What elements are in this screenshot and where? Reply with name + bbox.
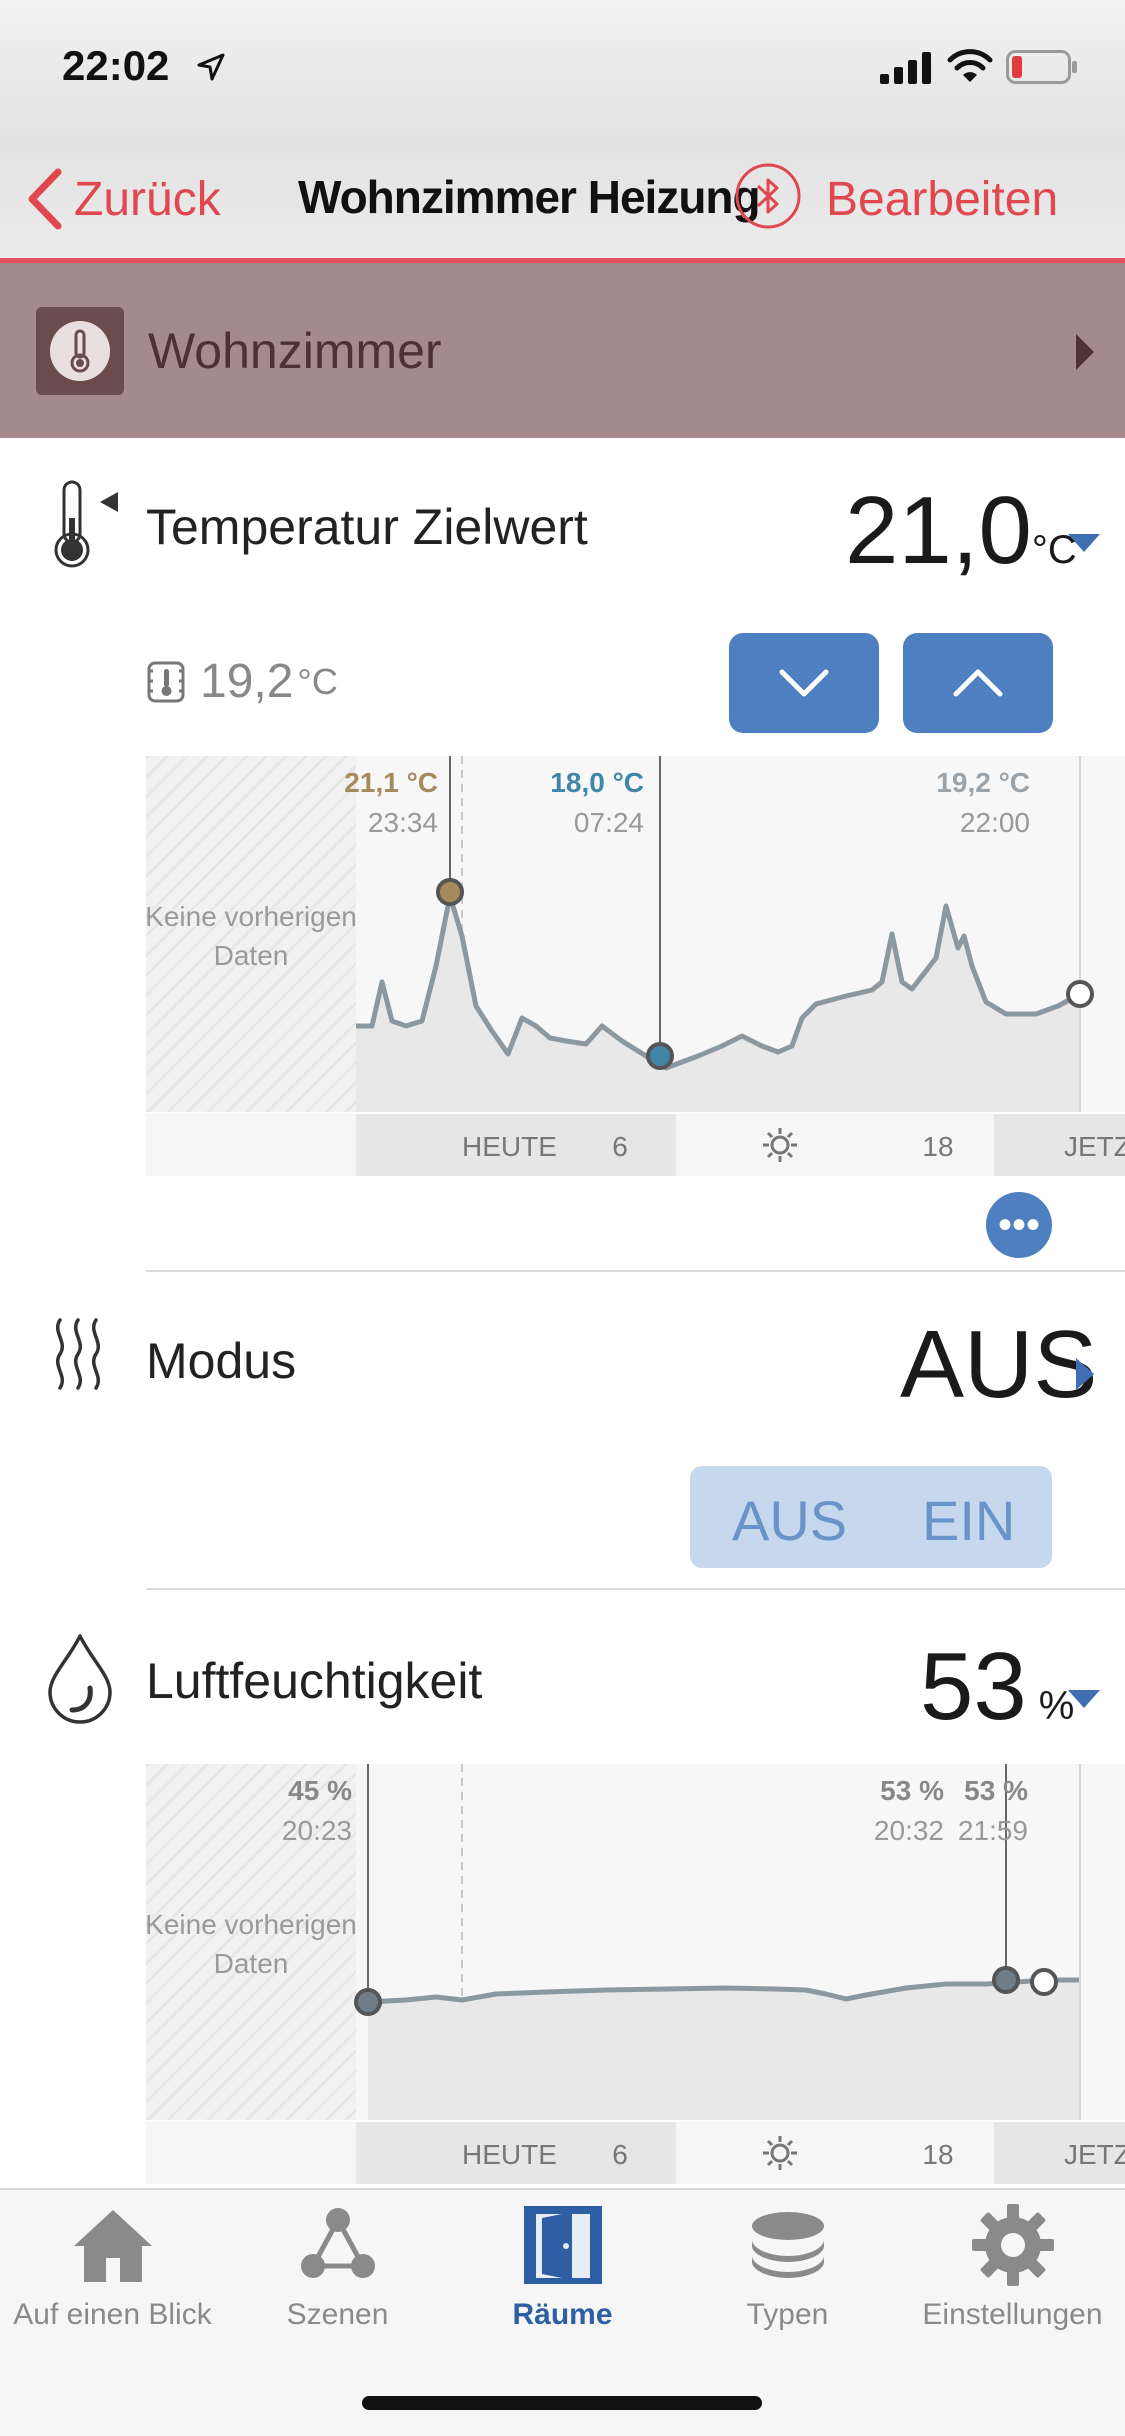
tab-label: Einstellungen [922,2298,1103,2331]
layers-icon [751,2212,824,2278]
location-arrow-icon [197,53,225,81]
current-temperature: 19,2 °C [146,654,338,709]
page-title: Wohnzimmer Heizung [298,171,761,223]
humidity-expand-icon[interactable] [1068,1690,1100,1708]
humidity-history-chart[interactable]: Keine vorherigen Daten 45 % 20:23 53 % 2… [146,1764,1125,2184]
marker-max-value: 21,1 °C [344,767,438,798]
target-temperature-number: 21,0 [845,477,1032,584]
temperature-history-chart[interactable]: Keine vorherigen Daten 21,1 °C 23:34 18,… [146,756,1125,1176]
humidity-marker-1-value: 45 % [288,1775,352,1806]
no-data-text-2: Daten [214,940,289,971]
humidity-marker-2-value: 53 % [880,1775,944,1806]
chevron-left-icon [28,168,62,230]
temperature-up-button[interactable] [903,633,1053,733]
tab-label: Typen [746,2298,829,2331]
temperature-expand-icon[interactable] [1068,534,1100,552]
ellipsis-icon: ••• [997,1203,1040,1247]
wifi-icon [947,49,993,82]
temperature-chart-svg: Keine vorherigen Daten 21,1 °C 23:34 18,… [146,756,1125,1176]
humidity-marker-current-point[interactable] [1030,1968,1058,1996]
mode-label: Modus [146,1333,297,1389]
room-name: Wohnzimmer [148,323,442,379]
temperature-label: Temperatur Zielwert [146,499,588,555]
marker-current-value: 19,2 °C [936,767,1030,798]
humidity-label: Luftfeuchtigkeit [146,1653,483,1709]
current-temperature-value: 19,2 [200,655,294,708]
home-indicator [362,2396,762,2410]
humidity-area [368,1980,1080,2120]
chevron-down-icon [779,669,829,697]
back-button[interactable]: Zurück [24,164,221,234]
mode-option-ein[interactable]: EIN [922,1488,1015,1553]
back-label: Zurück [74,172,221,226]
cellular-signal-icon [880,52,931,84]
axis-now-label: JETZT [1064,1131,1125,1162]
current-temperature-unit: °C [297,660,338,702]
tab-raeume[interactable]: Räume [450,2200,675,2332]
room-thermostat-icon [36,307,124,395]
humidity-marker-start-point[interactable] [354,1988,382,2016]
no-data-text-1: Keine vorherigen [146,901,357,932]
edit-button[interactable]: Bearbeiten [826,172,1058,227]
house-icon [73,2210,152,2282]
tab-label: Auf einen Blick [13,2298,212,2331]
humidity-axis-today: HEUTE [462,2139,557,2170]
humidity-axis-tick-18: 18 [922,2139,953,2170]
humidity-number: 53 [920,1633,1027,1740]
scenes-icon [300,2208,375,2278]
marker-current-point[interactable] [1066,980,1094,1008]
water-drop-icon [48,1634,112,1724]
marker-min-time: 07:24 [574,807,644,838]
humidity-marker-3-value: 53 % [964,1775,1028,1806]
battery-icon [1006,50,1077,84]
tab-szenen[interactable]: Szenen [225,2200,450,2332]
axis-tick-18: 18 [922,1131,953,1162]
humidity-marker-mid-point[interactable] [992,1966,1020,1994]
temperature-down-button[interactable] [729,633,879,733]
marker-min-value: 18,0 °C [550,767,644,798]
mode-arrow-icon[interactable] [1076,1358,1094,1390]
section-divider-2 [146,1588,1125,1590]
tab-label: Szenen [286,2298,389,2331]
humidity-axis-tick-6: 6 [612,2139,628,2170]
humidity-no-data-text-2: Daten [214,1948,289,1979]
tab-auf-einen-blick[interactable]: Auf einen Blick [0,2200,225,2332]
room-arrow-icon [1076,334,1094,370]
axis-tick-6: 6 [612,1131,628,1162]
humidity-marker-1-time: 20:23 [282,1815,352,1846]
status-time: 22:02 [62,42,170,89]
mode-toggle[interactable]: AUS EIN [690,1466,1052,1568]
thermometer-icon [54,480,118,568]
mode-value[interactable]: AUS [900,1310,1097,1420]
marker-current-time: 22:00 [960,807,1030,838]
target-temperature-value[interactable]: 21,0°C [845,476,1077,586]
more-options-button[interactable]: ••• [986,1192,1052,1258]
marker-max-point[interactable] [436,878,464,906]
tab-einstellungen[interactable]: Einstellungen [900,2200,1125,2332]
gear-icon [971,2204,1054,2286]
bluetooth-icon[interactable] [734,162,802,230]
humidity-no-data-text-1: Keine vorherigen [146,1909,357,1940]
humidity-chart-svg: Keine vorherigen Daten 45 % 20:23 53 % 2… [146,1764,1125,2184]
humidity-axis-now: JETZT [1064,2139,1125,2170]
mode-option-aus[interactable]: AUS [732,1488,847,1553]
tab-label: Räume [512,2298,613,2331]
tab-typen[interactable]: Typen [675,2200,900,2332]
chevron-up-icon [953,669,1003,697]
axis-today-label: HEUTE [462,1131,557,1162]
humidity-marker-3-time: 21:59 [958,1815,1028,1846]
humidity-marker-2-time: 20:32 [874,1815,944,1846]
humidity-value[interactable]: 53% [920,1632,1074,1742]
no-data-area [146,756,356,1112]
section-divider-1 [146,1270,1125,1272]
heat-waves-icon [56,1318,100,1390]
radiator-sensor-icon [147,661,185,702]
marker-min-point[interactable] [646,1042,674,1070]
marker-max-time: 23:34 [368,807,438,838]
door-icon [523,2206,602,2284]
